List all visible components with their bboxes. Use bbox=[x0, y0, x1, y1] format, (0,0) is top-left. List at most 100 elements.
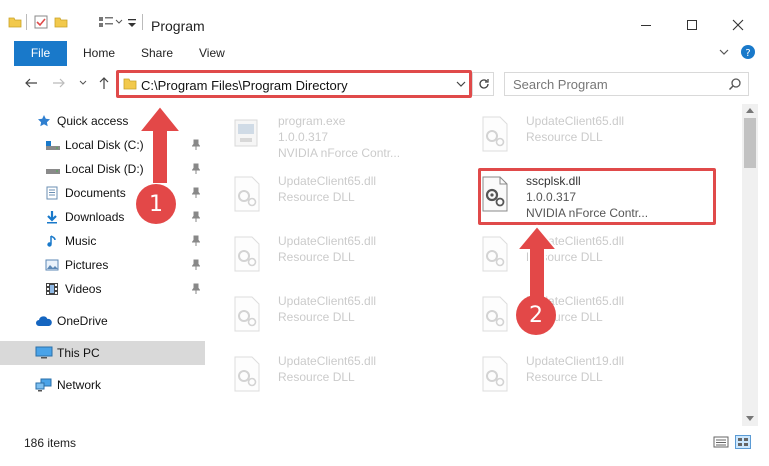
file-description: NVIDIA nForce Contr... bbox=[278, 146, 401, 160]
new-folder-icon[interactable] bbox=[54, 15, 68, 32]
tiles-view-icon[interactable] bbox=[735, 435, 751, 452]
forward-icon[interactable] bbox=[52, 76, 66, 94]
sidebar-item-label: OneDrive bbox=[57, 314, 108, 328]
pin-icon[interactable] bbox=[191, 163, 201, 178]
sidebar-item-label: Downloads bbox=[65, 210, 125, 224]
sidebar-item-label: Network bbox=[57, 378, 102, 392]
folder-icon[interactable] bbox=[8, 15, 22, 32]
sidebar-item-label: Videos bbox=[65, 282, 102, 296]
search-placeholder: Search Program bbox=[513, 77, 608, 92]
pin-icon[interactable] bbox=[191, 187, 201, 202]
dll-file-icon bbox=[232, 296, 262, 332]
file-type: Resource DLL bbox=[278, 250, 355, 264]
help-icon[interactable]: ? bbox=[740, 44, 756, 63]
sidebar-item-videos[interactable]: Videos bbox=[0, 277, 205, 301]
up-icon[interactable] bbox=[97, 76, 111, 94]
file-tile[interactable]: UpdateClient65.dll Resource DLL bbox=[470, 108, 710, 162]
dll-file-icon bbox=[232, 176, 262, 212]
drive-icon bbox=[45, 138, 60, 152]
back-icon[interactable] bbox=[24, 76, 38, 94]
file-type: Resource DLL bbox=[278, 310, 355, 324]
sidebar-item-this-pc[interactable]: This PC bbox=[0, 341, 205, 365]
star-icon bbox=[37, 114, 51, 128]
search-icon[interactable] bbox=[728, 77, 742, 94]
tab-view[interactable]: View bbox=[199, 41, 225, 66]
file-name: UpdateClient65.dll bbox=[278, 354, 377, 368]
address-highlight-box bbox=[116, 70, 472, 98]
pin-icon[interactable] bbox=[191, 211, 201, 226]
file-tile[interactable]: UpdateClient65.dll Resource DLL bbox=[222, 288, 462, 342]
refresh-button[interactable] bbox=[472, 72, 494, 96]
file-tile[interactable]: UpdateClient65.dll Resource DLL bbox=[222, 228, 462, 282]
maximize-button[interactable] bbox=[669, 10, 715, 40]
divider bbox=[26, 14, 28, 33]
search-input[interactable]: Search Program bbox=[504, 72, 749, 96]
file-name: UpdateClient65.dll bbox=[278, 174, 377, 188]
file-type: Resource DLL bbox=[526, 130, 603, 144]
close-icon bbox=[732, 19, 744, 31]
svg-text:?: ? bbox=[745, 48, 750, 59]
file-type: Resource DLL bbox=[278, 370, 355, 384]
videos-icon bbox=[45, 282, 59, 296]
tab-share[interactable]: Share bbox=[141, 41, 173, 66]
sidebar-item-pictures[interactable]: Pictures bbox=[0, 253, 205, 277]
dll-file-icon bbox=[480, 116, 510, 152]
dll-file-icon bbox=[480, 356, 510, 392]
dll-file-icon bbox=[232, 356, 262, 392]
divider bbox=[142, 14, 144, 33]
scrollbar-thumb[interactable] bbox=[744, 118, 756, 168]
sidebar-item-label: Pictures bbox=[65, 258, 109, 272]
recent-locations-icon[interactable] bbox=[78, 76, 88, 94]
pictures-icon bbox=[45, 258, 59, 272]
pin-icon[interactable] bbox=[191, 139, 201, 154]
file-type: Resource DLL bbox=[526, 370, 603, 384]
file-tile[interactable]: program.exe 1.0.0.317 NVIDIA nForce Cont… bbox=[222, 108, 462, 162]
window-title: Program bbox=[151, 18, 205, 34]
file-name: UpdateClient65.dll bbox=[278, 234, 377, 248]
pin-icon[interactable] bbox=[191, 259, 201, 274]
file-tile[interactable]: UpdateClient65.dll Resource DLL bbox=[222, 348, 462, 402]
properties-icon[interactable] bbox=[34, 15, 48, 32]
exe-file-icon bbox=[232, 116, 262, 152]
file-tile[interactable]: UpdateClient19.dll Resource DLL bbox=[470, 348, 710, 402]
file-name: UpdateClient65.dll bbox=[278, 294, 377, 308]
close-button[interactable] bbox=[715, 10, 761, 40]
file-tile[interactable]: UpdateClient65.dll Resource DLL bbox=[222, 168, 462, 222]
expand-ribbon-icon[interactable] bbox=[718, 45, 730, 62]
pin-icon[interactable] bbox=[191, 235, 201, 250]
sidebar-item-label: This PC bbox=[57, 346, 100, 360]
sidebar-item-label: Documents bbox=[65, 186, 126, 200]
chevron-down-icon[interactable] bbox=[127, 15, 137, 32]
item-count: 186 items bbox=[24, 436, 77, 450]
music-icon bbox=[45, 234, 59, 248]
tab-home[interactable]: Home bbox=[83, 41, 115, 66]
status-bar: 186 items bbox=[0, 430, 769, 456]
annotation-arrow-up-icon bbox=[514, 224, 560, 299]
tab-file[interactable]: File bbox=[14, 41, 67, 66]
sidebar-item-label: Quick access bbox=[57, 114, 129, 128]
dll-file-icon bbox=[480, 236, 510, 272]
maximize-icon bbox=[687, 20, 697, 30]
file-tile[interactable]: UpdateClient65.dll Resource DLL bbox=[470, 228, 710, 282]
sidebar-item-network[interactable]: Network bbox=[0, 373, 205, 397]
pin-icon[interactable] bbox=[191, 283, 201, 298]
vertical-scrollbar[interactable] bbox=[742, 104, 758, 426]
sidebar-item-label: Music bbox=[65, 234, 97, 248]
computer-icon bbox=[35, 346, 53, 360]
ribbon: File Home Share View ? bbox=[0, 41, 769, 66]
minimize-icon bbox=[641, 25, 651, 26]
network-icon bbox=[35, 378, 53, 392]
file-type: Resource DLL bbox=[278, 190, 355, 204]
cloud-icon bbox=[35, 314, 53, 328]
dll-file-icon bbox=[232, 236, 262, 272]
file-tile[interactable]: UpdateClient65.dll Resource DLL bbox=[470, 288, 710, 342]
sidebar-item-music[interactable]: Music bbox=[0, 229, 205, 253]
file-name: UpdateClient65.dll bbox=[526, 114, 625, 128]
customize-icon[interactable] bbox=[98, 15, 124, 32]
downloads-icon bbox=[45, 210, 59, 224]
minimize-button[interactable] bbox=[623, 10, 669, 40]
details-view-icon[interactable] bbox=[713, 435, 729, 452]
annotation-arrow-up-icon bbox=[136, 104, 184, 185]
sidebar-item-onedrive[interactable]: OneDrive bbox=[0, 309, 205, 333]
title-bar: Program bbox=[0, 0, 769, 40]
